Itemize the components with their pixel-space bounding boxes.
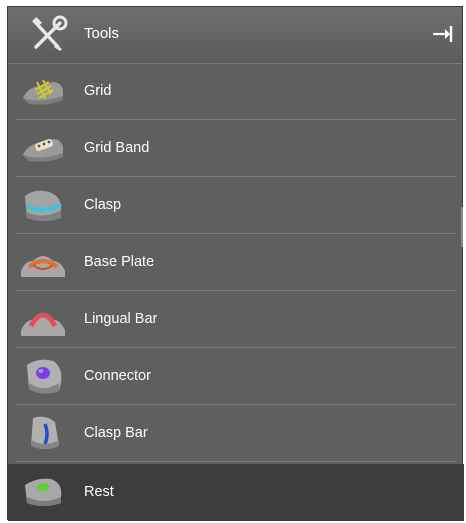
tool-label: Lingual Bar xyxy=(84,311,158,327)
tool-label: Rest xyxy=(84,484,114,500)
grid-band-icon xyxy=(23,139,63,162)
panel-title: Tools xyxy=(84,25,120,42)
base-plate-icon xyxy=(21,256,65,277)
tools-icon xyxy=(32,15,68,51)
tool-item-clasp[interactable]: Clasp xyxy=(8,177,464,234)
lingual-bar-icon xyxy=(21,312,65,336)
rest-icon xyxy=(25,478,62,506)
tool-label: Grid xyxy=(84,83,112,99)
tool-item-grid[interactable]: Grid xyxy=(8,63,464,120)
divider xyxy=(16,461,456,462)
tool-item-rest[interactable]: Rest xyxy=(8,464,464,521)
tool-item-base-plate[interactable]: Base Plate xyxy=(8,234,464,291)
tool-item-clasp-bar[interactable]: Clasp Bar xyxy=(8,405,464,462)
tool-label: Connector xyxy=(84,368,151,384)
clasp-icon xyxy=(25,190,62,221)
tool-item-connector[interactable]: Connector xyxy=(8,348,464,405)
tool-label: Base Plate xyxy=(84,254,155,270)
tools-header: Tools xyxy=(8,7,462,64)
tool-label: Clasp Bar xyxy=(84,425,148,441)
clasp-bar-icon xyxy=(31,416,59,449)
connector-icon xyxy=(27,359,62,394)
tool-item-grid-band[interactable]: Grid Band xyxy=(8,120,464,177)
grid-icon xyxy=(23,79,63,105)
tool-label: Clasp xyxy=(84,197,122,213)
tool-item-lingual-bar[interactable]: Lingual Bar xyxy=(8,291,464,348)
scrollbar-edge[interactable] xyxy=(461,207,463,247)
pin-icon[interactable] xyxy=(430,22,454,46)
tools-panel: Tools Grid Grid Band Clasp Base Plate Li… xyxy=(7,6,464,521)
tool-label: Grid Band xyxy=(84,140,150,156)
